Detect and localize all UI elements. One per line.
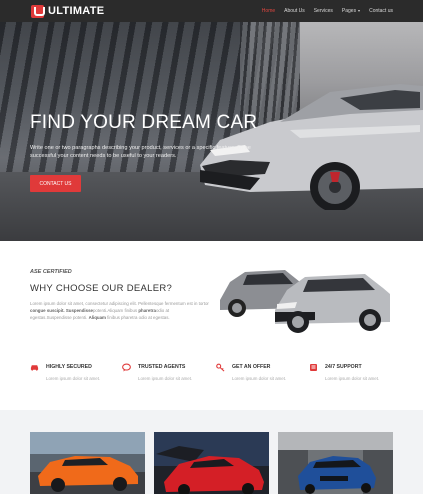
feature-title: HIGHLY SECURED [46, 364, 92, 370]
gallery-image-blue-car[interactable] [278, 432, 393, 494]
gallery-image-red-car[interactable] [154, 432, 269, 494]
dealer-text-part: Lorem ipsum dolor sit amet, consectetur … [30, 301, 209, 306]
brand-logo[interactable]: ULTIMATE [31, 4, 105, 18]
feature-title: GET AN OFFER [232, 364, 271, 370]
hero-banner: FIND YOUR DREAM CAR Write one or two par… [0, 22, 423, 241]
dealer-text-bold: Aliquam [88, 315, 106, 320]
brand-logo-icon [31, 4, 45, 18]
page: ULTIMATE Home About Us Services Pages Co… [0, 0, 423, 494]
dealer-text-bold: congue suscipit. Suspendisse [30, 308, 93, 313]
dealer-text-bold: pharetra [138, 308, 156, 313]
chevron-down-icon [358, 9, 361, 12]
dealer-text-part: finibus pharetra odio at egestas. [105, 315, 170, 320]
feature-text: Lorem ipsum dolor sit amet. [325, 376, 380, 381]
nav-link-home[interactable]: Home [262, 8, 275, 14]
dealer-eyebrow: ASE CERTIFIED [30, 269, 72, 275]
dealer-title: WHY CHOOSE OUR DEALER? [30, 283, 173, 294]
nav-menu: Home About Us Services Pages Contact us [262, 8, 393, 14]
car-icon [30, 363, 39, 372]
feature-support: 24/7 SUPPORT Lorem ipsum dolor sit amet. [309, 362, 399, 381]
dealer-description: Lorem ipsum dolor sit amet, consectetur … [30, 300, 210, 321]
feature-get-an-offer: GET AN OFFER Lorem ipsum dolor sit amet. [216, 362, 306, 381]
feature-trusted-agents: TRUSTED AGENTS Lorem ipsum dolor sit ame… [122, 362, 212, 381]
book-icon [309, 363, 318, 372]
gallery-image-orange-car[interactable] [30, 432, 145, 494]
dealer-text-part: potenti.Aliquam finibus [92, 308, 139, 313]
feature-title: 24/7 SUPPORT [325, 364, 362, 370]
feature-text: Lorem ipsum dolor sit amet. [232, 376, 287, 381]
hero-title: FIND YOUR DREAM CAR [30, 112, 258, 133]
chat-icon [122, 363, 131, 372]
nav-link-pages[interactable]: Pages [341, 8, 361, 14]
nav-link-pages-label: Pages [341, 8, 357, 14]
contact-us-button[interactable]: CONTACT US [30, 175, 81, 192]
gallery-section [0, 410, 423, 494]
nav-link-services[interactable]: Services [314, 8, 333, 14]
brand-name: ULTIMATE [48, 5, 105, 17]
feature-text: Lorem ipsum dolor sit amet. [46, 376, 101, 381]
nav-link-contact[interactable]: Contact us [369, 8, 393, 14]
feature-text: Lorem ipsum dolor sit amet. [138, 376, 193, 381]
key-icon [216, 363, 225, 372]
dealer-suv-image [220, 270, 390, 333]
hero-car-image [200, 84, 423, 210]
feature-title: TRUSTED AGENTS [138, 364, 186, 370]
feature-highly-secured: HIGHLY SECURED Lorem ipsum dolor sit ame… [30, 362, 120, 381]
navbar: ULTIMATE Home About Us Services Pages Co… [0, 0, 423, 22]
hero-description: Write one or two paragraphs describing y… [30, 145, 251, 159]
nav-link-about[interactable]: About Us [284, 8, 305, 14]
